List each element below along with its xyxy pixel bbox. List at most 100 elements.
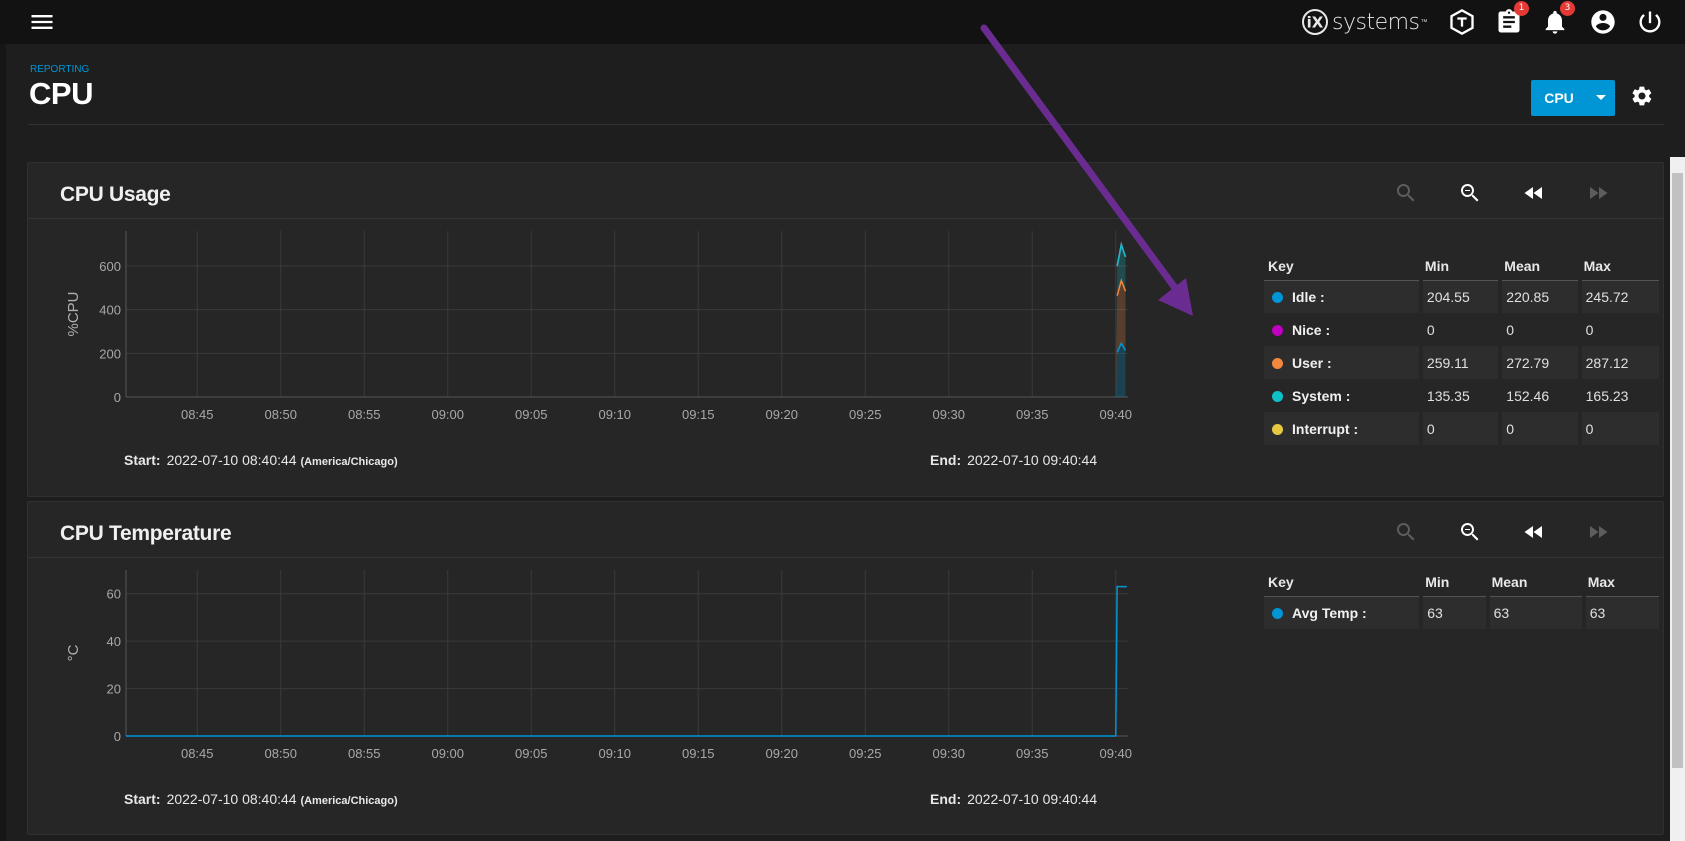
- report-type-select-label: CPU: [1544, 90, 1574, 106]
- legend-min-value: 204.55: [1420, 280, 1503, 313]
- x-tick-label: 09:25: [849, 407, 882, 422]
- ixsystems-logo-mark: iX: [1302, 9, 1328, 35]
- legend-series-name: User :: [1292, 354, 1332, 371]
- x-tick-label: 08:50: [264, 746, 297, 761]
- legend-mean-value: 0: [1500, 412, 1582, 445]
- cpu-usage-card: CPU Usage 08:45 08:50 08:55 09:00 09:05 09:10…: [27, 162, 1664, 497]
- legend-min-value: 0: [1420, 313, 1503, 346]
- legend-series-name: Idle :: [1292, 288, 1325, 305]
- ixsystems-logo: iX systems ™: [1298, 8, 1428, 36]
- legend-max-value: 287.12: [1579, 346, 1664, 379]
- legend-key[interactable]: Avg Temp :: [1264, 596, 1424, 629]
- legend-key[interactable]: Idle :: [1264, 280, 1423, 313]
- x-tick-label: 09:05: [515, 407, 548, 422]
- legend-key[interactable]: System :: [1264, 379, 1423, 412]
- series-color-dot: [1272, 607, 1283, 619]
- range-start: Start: 2022-07-10 08:40:44 (America/Chica…: [124, 791, 398, 807]
- x-tick-label: 09:40: [1099, 746, 1132, 761]
- legend-header-mean: Mean: [1500, 252, 1580, 281]
- legend-min-value: 259.11: [1420, 346, 1503, 379]
- legend-header-mean: Mean: [1487, 568, 1584, 597]
- legend-header-min: Min: [1420, 252, 1501, 281]
- tasks-badge: 1: [1514, 1, 1529, 16]
- series-color-dot: [1272, 357, 1283, 369]
- x-tick-label: 08:45: [181, 746, 214, 761]
- gear-icon[interactable]: [1630, 84, 1654, 108]
- cpu-temperature-card: CPU Temperature 08:45 08:50 08:55 09:00 09:0…: [27, 501, 1664, 835]
- x-tick-label: 08:55: [348, 407, 381, 422]
- legend-key[interactable]: User :: [1264, 346, 1423, 379]
- legend-min-value: 135.35: [1420, 379, 1503, 412]
- legend-row: Interrupt :000: [1264, 412, 1664, 445]
- sidebar-edge: [0, 44, 6, 841]
- start-value: 2022-07-10 08:40:44: [166, 791, 297, 807]
- x-tick-label: 09:30: [932, 746, 965, 761]
- x-tick-label: 09:35: [1016, 746, 1049, 761]
- page-title: CPU: [29, 76, 93, 111]
- logo-text: systems: [1332, 9, 1420, 35]
- truecommand-icon[interactable]: [1448, 8, 1476, 36]
- breadcrumb[interactable]: REPORTING: [30, 64, 89, 75]
- x-tick-label: 09:30: [932, 407, 965, 422]
- y-tick-label: 20: [107, 682, 121, 697]
- legend-header-key: Key: [1264, 252, 1421, 281]
- legend-max-value: 245.72: [1579, 280, 1664, 313]
- timezone: (America/Chicago): [300, 456, 398, 468]
- top-toolbar: iX systems ™ 1 3: [0, 0, 1685, 44]
- legend-table: Key Min Mean Max Idle : 204.55 220.85 245.7…: [1264, 252, 1664, 445]
- y-tick-label: 60: [107, 587, 121, 602]
- y-tick-label: 600: [99, 259, 121, 274]
- account-circle-icon[interactable]: [1589, 8, 1617, 36]
- legend-table: Key Min Mean Max Avg Temp :63 63 63: [1264, 568, 1664, 629]
- menu-icon[interactable]: [28, 8, 56, 36]
- x-tick-label: 09:25: [849, 746, 882, 761]
- caret-down-icon: [1587, 94, 1615, 102]
- legend-key[interactable]: Interrupt :: [1264, 412, 1423, 445]
- start-label: Start:: [124, 791, 161, 807]
- legend-max-value: 0: [1579, 412, 1664, 445]
- x-tick-label: 09:00: [431, 746, 464, 761]
- x-tick-label: 09:40: [1099, 407, 1132, 422]
- x-tick-label: 08:55: [348, 746, 381, 761]
- series-color-dot: [1272, 390, 1283, 402]
- x-tick-label: 09:15: [682, 407, 715, 422]
- legend-key[interactable]: Nice :: [1264, 313, 1423, 346]
- x-tick-label: 08:45: [181, 407, 214, 422]
- y-axis-title: %CPU: [65, 291, 82, 336]
- scrollbar-thumb[interactable]: [1672, 173, 1683, 768]
- x-tick-label: 09:20: [765, 746, 798, 761]
- end-value: 2022-07-10 09:40:44: [967, 452, 1098, 468]
- report-type-select[interactable]: CPU: [1531, 80, 1615, 116]
- start-value: 2022-07-10 08:40:44: [166, 452, 297, 468]
- y-tick-label: 40: [107, 634, 121, 649]
- end-value: 2022-07-10 09:40:44: [967, 791, 1098, 807]
- range-start: Start: 2022-07-10 08:40:44 (America/Chica…: [124, 452, 398, 468]
- timezone: (America/Chicago): [300, 795, 398, 807]
- legend-mean-value: 272.79: [1500, 346, 1582, 379]
- bell-icon[interactable]: 3: [1541, 1, 1575, 36]
- cpu-temperature-chart: 08:45 08:50 08:55 09:00 09:05 09:10 09:15 09:20…: [65, 570, 1132, 761]
- legend-row: Idle : 204.55 220.85 245.72: [1264, 280, 1664, 313]
- x-tick-label: 09:05: [515, 746, 548, 761]
- legend-row: Nice :000: [1264, 313, 1664, 346]
- legend-min-value: 0: [1420, 412, 1503, 445]
- power-icon[interactable]: [1636, 8, 1664, 36]
- clipboard-icon[interactable]: 1: [1495, 1, 1529, 36]
- range-end: End: 2022-07-10 09:40:44: [930, 791, 1097, 807]
- legend-header-row: Key Min Mean Max: [1264, 252, 1661, 281]
- legend-min-value: 63: [1421, 596, 1490, 629]
- legend-max-value: 0: [1579, 313, 1664, 346]
- legend-max-value: 165.23: [1579, 379, 1664, 412]
- header-divider: [28, 124, 1664, 125]
- series-color-dot: [1272, 423, 1283, 435]
- legend-max-value: 63: [1583, 596, 1664, 629]
- legend-header-max: Max: [1583, 568, 1661, 597]
- legend-series-name: System :: [1292, 387, 1351, 404]
- x-tick-label: 09:00: [431, 407, 464, 422]
- y-tick-label: 200: [99, 346, 121, 361]
- end-label: End:: [930, 791, 962, 807]
- legend-mean-value: 0: [1500, 313, 1582, 346]
- x-tick-label: 09:15: [682, 746, 715, 761]
- start-label: Start:: [124, 452, 161, 468]
- x-tick-label: 09:35: [1016, 407, 1049, 422]
